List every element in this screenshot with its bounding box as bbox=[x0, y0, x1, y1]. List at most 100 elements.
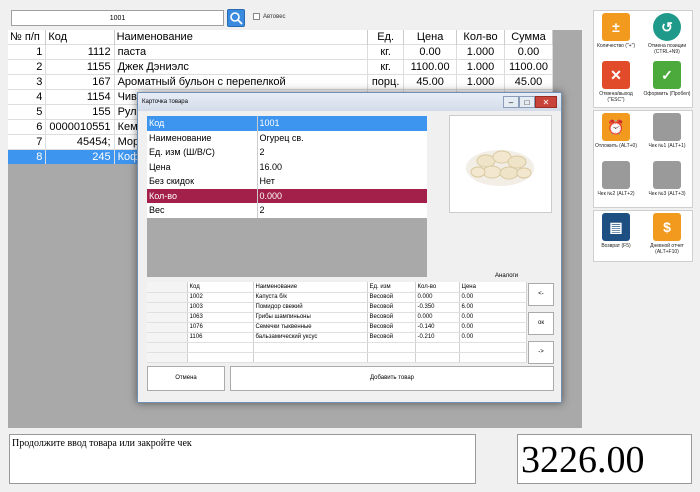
row-number: 7 bbox=[8, 133, 47, 149]
checkout-button[interactable]: ✓ Оформить (Пробел) bbox=[644, 61, 690, 107]
analog-unit: Весовой bbox=[367, 332, 416, 343]
empty-cell bbox=[459, 352, 527, 363]
row-name: Джек Дэниэлс bbox=[114, 58, 369, 74]
analogs-table: Код Наименование Ед. изм Кол-во Цена 100… bbox=[147, 282, 527, 363]
row-number: 8 bbox=[8, 148, 47, 164]
autoves-label: Автовес bbox=[263, 13, 286, 20]
check-1-button[interactable]: Чек №1 (ALT+1) bbox=[648, 113, 686, 159]
product-field-row[interactable]: Вес 2 bbox=[147, 203, 427, 218]
analog-row[interactable]: 1076 Семечки тыквенные Весовой -0.140 0.00 bbox=[147, 322, 527, 333]
cancel-button[interactable]: Отмена bbox=[147, 366, 225, 391]
ok-button[interactable]: ок bbox=[528, 312, 554, 335]
row-price: 0.00 bbox=[403, 43, 458, 59]
row-sum: 0.00 bbox=[504, 43, 554, 59]
analog-name: Капуста б/к bbox=[253, 292, 368, 303]
analog-name: Семечки тыквенные bbox=[253, 322, 368, 333]
empty-cell bbox=[147, 352, 188, 363]
row-number: 5 bbox=[8, 103, 47, 119]
product-field-row[interactable]: Кол-во 0.000 bbox=[147, 188, 427, 203]
row-header-cell[interactable] bbox=[147, 322, 188, 333]
field-value[interactable]: Нет bbox=[257, 174, 427, 189]
field-label: Без скидок bbox=[147, 174, 258, 189]
analog-qty: -0.140 bbox=[415, 322, 460, 333]
product-field-row[interactable]: Без скидок Нет bbox=[147, 174, 427, 189]
analogs-label: Аналоги bbox=[495, 273, 519, 279]
analog-row[interactable]: 1003 Помидор свежий Весовой -0.350 6.00 bbox=[147, 302, 527, 313]
analog-unit: Весовой bbox=[367, 322, 416, 333]
product-field-row[interactable]: Цена 16.00 bbox=[147, 159, 427, 174]
row-qty: 1.000 bbox=[456, 43, 505, 59]
field-value[interactable]: 2 bbox=[257, 203, 427, 218]
analog-row[interactable]: 1002 Капуста б/к Весовой 0.000 0.00 bbox=[147, 292, 527, 303]
analog-row[interactable]: 1063 Грибы шампиньоны Весовой 0.000 0.00 bbox=[147, 312, 527, 323]
checkbox-box[interactable] bbox=[253, 13, 260, 20]
prev-button[interactable]: <- bbox=[528, 283, 554, 306]
analog-code: 1063 bbox=[187, 312, 254, 323]
search-button[interactable] bbox=[227, 9, 245, 27]
row-number: 4 bbox=[8, 88, 47, 104]
return-button[interactable]: ▤ Возврат (F5) bbox=[599, 213, 633, 259]
minimize-button[interactable]: – bbox=[503, 96, 519, 108]
analog-qty: 0.000 bbox=[415, 312, 460, 323]
daily-report-button[interactable]: $ Дневной отчет (ALT+F10) bbox=[650, 213, 684, 259]
defer-button[interactable]: ⏰ Отложить (ALT+0) bbox=[595, 113, 637, 159]
row-header-cell[interactable] bbox=[147, 292, 188, 303]
row-header-cell[interactable] bbox=[147, 332, 188, 343]
product-card-dialog: Карточка товара – □ ✕ Код 1001 Наименовани… bbox=[137, 92, 562, 403]
field-value[interactable]: Огурец св. bbox=[257, 130, 427, 145]
table-row[interactable]: 3 167 Ароматный бульон с перепелкой порц. 45… bbox=[8, 73, 554, 89]
analog-price: 0.00 bbox=[459, 312, 527, 323]
undo-icon: ↺ bbox=[653, 13, 681, 41]
analog-code: 1106 bbox=[187, 332, 254, 343]
cancel-position-button[interactable]: ↺ Отмена позиции (CTRL+N9) bbox=[648, 13, 686, 59]
check-3-button[interactable]: Чек №3 (ALT+3) bbox=[648, 161, 686, 207]
blank-icon bbox=[602, 161, 630, 189]
row-qty: 1.000 bbox=[456, 58, 505, 74]
status-message: Продолжите ввод товара или закройте чек bbox=[9, 434, 476, 484]
row-sum: 1100.00 bbox=[504, 58, 554, 74]
table-row[interactable]: 1 1112 паста кг. 0.00 1.000 0.00 bbox=[8, 43, 554, 59]
document-icon: ▤ bbox=[602, 213, 630, 241]
col-header-code: Код bbox=[187, 282, 254, 293]
field-label: Цена bbox=[147, 159, 258, 174]
cancel-exit-button[interactable]: ✕ Отмена/выход ("ESC") bbox=[599, 61, 633, 107]
check-2-button[interactable]: Чек №2 (ALT+2) bbox=[597, 161, 635, 207]
row-header-cell[interactable] bbox=[147, 302, 188, 313]
row-name: паста bbox=[114, 43, 369, 59]
row-code: 1112 bbox=[45, 43, 115, 59]
quantity-button[interactable]: ± Количество ("+") bbox=[597, 13, 635, 59]
analog-empty-row bbox=[147, 352, 527, 363]
maximize-button[interactable]: □ bbox=[519, 96, 535, 108]
field-value[interactable]: 2 bbox=[257, 145, 427, 160]
table-row[interactable]: 2 1155 Джек Дэниэлс кг. 1100.00 1.000 1100.00 bbox=[8, 58, 554, 74]
analog-code: 1002 bbox=[187, 292, 254, 303]
check-3-label: Чек №3 (ALT+3) bbox=[648, 191, 686, 197]
field-value[interactable]: 16.00 bbox=[257, 159, 427, 174]
dumplings-image bbox=[466, 150, 534, 186]
field-value[interactable]: 1001 bbox=[257, 116, 427, 131]
analog-qty: -0.210 bbox=[415, 332, 460, 343]
row-number: 2 bbox=[8, 58, 47, 74]
empty-cell bbox=[459, 342, 527, 353]
row-header-cell[interactable] bbox=[147, 312, 188, 323]
search-input[interactable] bbox=[11, 10, 224, 26]
col-header-name: Наименование bbox=[114, 30, 369, 44]
calculator-icon: ± bbox=[602, 13, 630, 41]
defer-label: Отложить (ALT+0) bbox=[594, 143, 638, 149]
reports-group: ▤ Возврат (F5) $ Дневной отчет (ALT+F10) bbox=[593, 210, 693, 262]
next-button[interactable]: -> bbox=[528, 341, 554, 364]
product-field-row[interactable]: Код 1001 bbox=[147, 116, 427, 131]
analog-row[interactable]: 1106 бальзамический уксус Весовой -0.210 0.0… bbox=[147, 332, 527, 343]
add-product-button[interactable]: Добавить товар bbox=[230, 366, 554, 391]
cancel-position-label: Отмена позиции (CTRL+N9) bbox=[647, 43, 687, 55]
product-field-row[interactable]: Наименование Огурец св. bbox=[147, 130, 427, 145]
close-button[interactable]: ✕ bbox=[535, 96, 557, 108]
product-field-row[interactable]: Ед. изм (Ш/В/С) 2 bbox=[147, 145, 427, 160]
empty-cell bbox=[253, 352, 368, 363]
autoves-checkbox[interactable]: Автовес bbox=[253, 13, 286, 20]
row-number: 3 bbox=[8, 73, 47, 89]
col-header-price: Цена bbox=[459, 282, 527, 293]
row-code: 1154 bbox=[45, 88, 115, 104]
field-value[interactable]: 0.000 bbox=[257, 188, 427, 203]
cancel-exit-label: Отмена/выход ("ESC") bbox=[599, 91, 633, 103]
